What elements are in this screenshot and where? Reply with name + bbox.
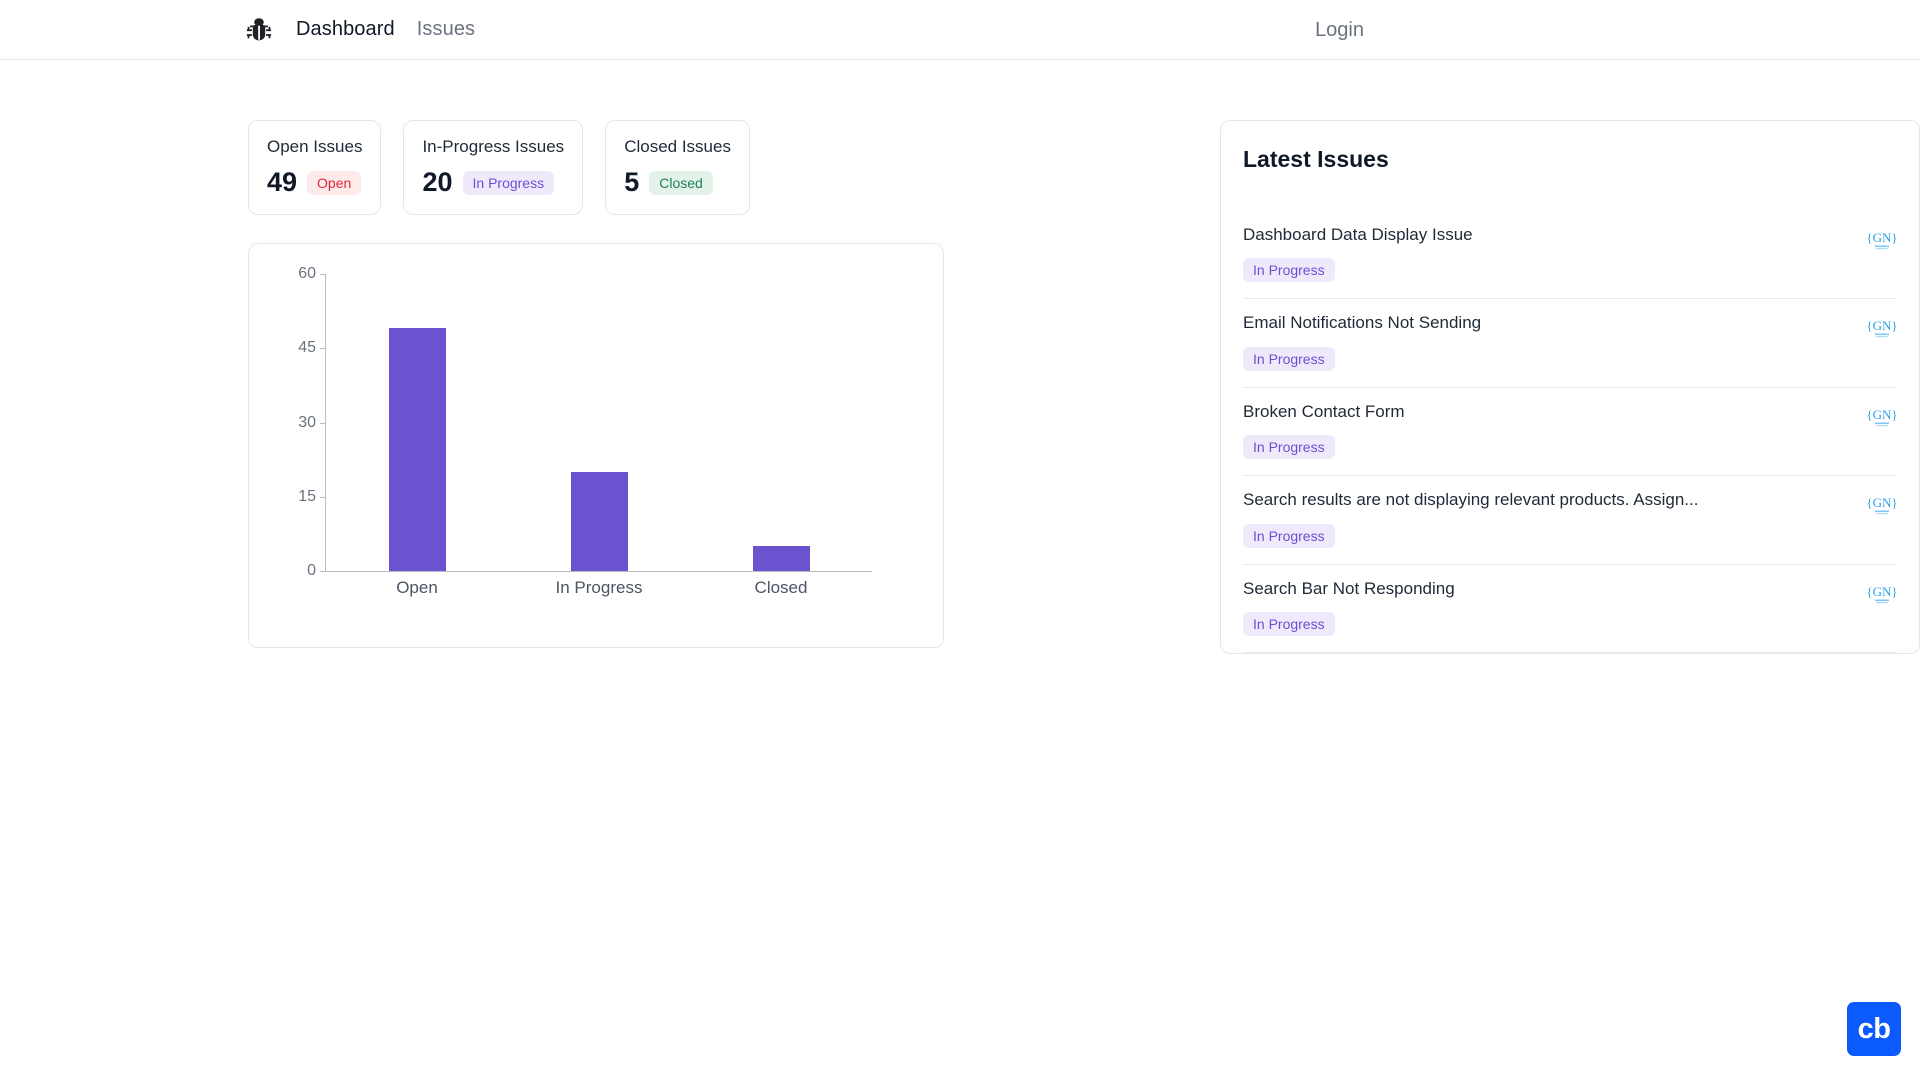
y-axis-tick-label: 60 <box>273 265 325 283</box>
assignee-avatar: {GN} <box>1867 317 1897 343</box>
assignee-avatar: {GN} <box>1867 229 1897 255</box>
issue-status-badge: In Progress <box>1243 258 1335 283</box>
stat-card-title: Closed Issues <box>624 137 731 156</box>
x-axis-tick-label: Open <box>396 578 438 597</box>
stat-card-closed-issues[interactable]: Closed Issues 5 Closed <box>605 120 750 215</box>
svg-text:{GN}: {GN} <box>1867 407 1897 422</box>
stat-card-open-issues[interactable]: Open Issues 49 Open <box>248 120 382 215</box>
svg-text:{GN}: {GN} <box>1867 495 1897 510</box>
svg-text:{GN}: {GN} <box>1867 230 1897 245</box>
bar-chart: 0 15 30 45 60 Open In Progress Closed <box>273 265 919 625</box>
issue-list-item[interactable]: Dashboard Data Display Issue In Progress {… <box>1243 211 1897 300</box>
issue-status-badge: In Progress <box>1243 523 1335 548</box>
chart-bar[interactable] <box>752 546 810 571</box>
latest-issues-list: Dashboard Data Display Issue In Progress {… <box>1243 211 1897 653</box>
chart-bar[interactable] <box>570 472 628 571</box>
stat-card-title: In-Progress Issues <box>422 137 565 156</box>
stat-card-in-progress-issues[interactable]: In-Progress Issues 20 In Progress <box>403 120 584 215</box>
stat-card-title: Open Issues <box>267 137 363 156</box>
chart-bar[interactable] <box>388 328 446 571</box>
y-axis-tick-label: 30 <box>273 414 325 432</box>
left-column: Open Issues 49 Open In-Progress Issues 2… <box>248 120 944 654</box>
issue-title[interactable]: Search results are not displaying releva… <box>1243 490 1698 510</box>
assignee-avatar: {GN} <box>1867 406 1897 432</box>
issue-main: Search Bar Not Responding In Progress <box>1243 579 1455 636</box>
issue-title[interactable]: Broken Contact Form <box>1243 402 1405 422</box>
stat-card-body: 20 In Progress <box>422 169 564 196</box>
y-axis-tick-label: 45 <box>273 339 325 357</box>
stat-card-value: 20 <box>422 167 453 197</box>
x-axis-line <box>325 571 872 572</box>
issue-title[interactable]: Email Notifications Not Sending <box>1243 313 1481 333</box>
latest-issues-card: Latest Issues Dashboard Data Display Iss… <box>1220 120 1920 654</box>
bar-slot <box>326 274 508 571</box>
y-axis-tick-label: 0 <box>273 562 325 580</box>
status-badge: In Progress <box>462 170 555 195</box>
issue-main: Email Notifications Not Sending In Progre… <box>1243 313 1481 371</box>
navbar-right-group: Login <box>1315 0 1920 60</box>
x-axis-tick-label: In Progress <box>555 578 643 597</box>
bar-slot <box>508 274 690 571</box>
issue-list-item[interactable]: Search Bar Not Responding In Progress {GN} <box>1243 565 1897 653</box>
issue-list-item[interactable]: Search results are not displaying releva… <box>1243 476 1897 565</box>
issue-status-badge: In Progress <box>1243 435 1335 460</box>
codesandbox-widget-button[interactable]: cb <box>1847 1002 1901 1056</box>
assignee-avatar: {GN} <box>1867 583 1897 609</box>
right-column: Latest Issues Dashboard Data Display Iss… <box>1220 120 1920 654</box>
top-navbar: Dashboard Issues Login <box>0 0 1920 60</box>
svg-text:{GN}: {GN} <box>1867 318 1897 333</box>
dashboard-page: Open Issues 49 Open In-Progress Issues 2… <box>0 60 1920 654</box>
stat-card-row: Open Issues 49 Open In-Progress Issues 2… <box>248 120 944 215</box>
nav-link-issues[interactable]: Issues <box>417 18 475 41</box>
issue-main: Dashboard Data Display Issue In Progress <box>1243 225 1473 283</box>
y-axis-tick-label: 15 <box>273 488 325 506</box>
login-link[interactable]: Login <box>1315 19 1364 42</box>
stat-card-value: 5 <box>624 167 640 197</box>
nav-link-dashboard[interactable]: Dashboard <box>296 18 395 41</box>
bar-slot <box>690 274 872 571</box>
status-badge: Closed <box>649 170 713 195</box>
stat-card-body: 49 Open <box>267 169 362 196</box>
issue-main: Search results are not displaying releva… <box>1243 490 1698 548</box>
issue-status-badge: In Progress <box>1243 346 1335 371</box>
assignee-avatar: {GN} <box>1867 494 1897 520</box>
bar-group <box>326 274 872 571</box>
stat-card-value: 49 <box>267 167 298 197</box>
issue-list-item[interactable]: Broken Contact Form In Progress {GN} <box>1243 388 1897 477</box>
x-axis-tick-label: Closed <box>754 578 808 597</box>
svg-text:{GN}: {GN} <box>1867 584 1897 599</box>
issue-main: Broken Contact Form In Progress <box>1243 402 1405 460</box>
status-badge: Open <box>307 170 362 195</box>
issue-status-badge: In Progress <box>1243 611 1335 636</box>
bug-icon <box>244 15 274 45</box>
issue-title[interactable]: Search Bar Not Responding <box>1243 579 1455 599</box>
issues-bar-chart-card: 0 15 30 45 60 Open In Progress Closed <box>248 243 944 648</box>
issue-list-item[interactable]: Email Notifications Not Sending In Progre… <box>1243 299 1897 388</box>
stat-card-body: 5 Closed <box>624 169 731 196</box>
latest-issues-title: Latest Issues <box>1243 146 1389 172</box>
navbar-left-group: Dashboard Issues <box>244 15 475 45</box>
issue-title[interactable]: Dashboard Data Display Issue <box>1243 225 1473 245</box>
